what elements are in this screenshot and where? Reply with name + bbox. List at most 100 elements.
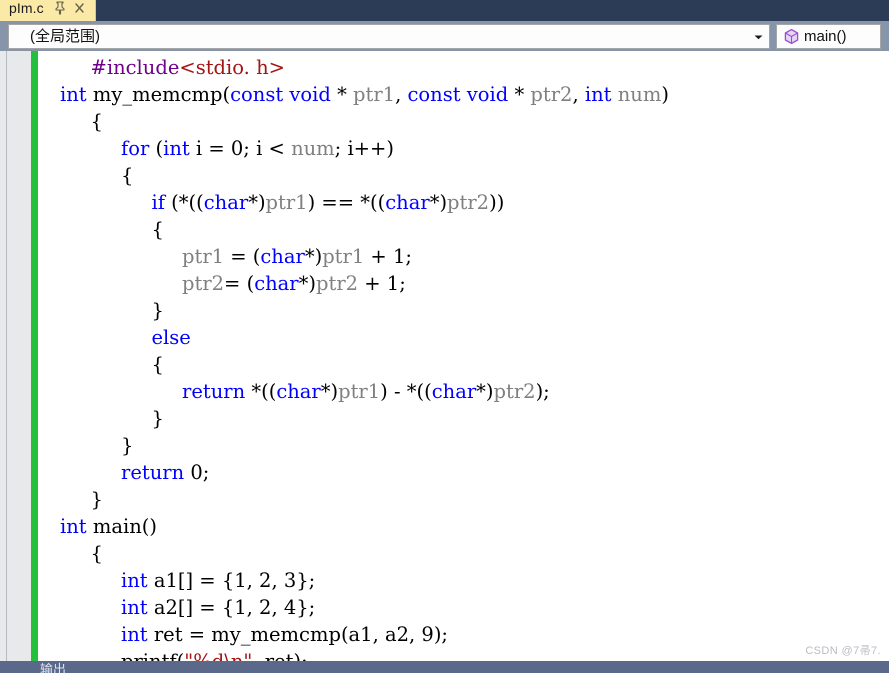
- code-token: *): [320, 380, 339, 403]
- code-token: ptr1: [322, 245, 365, 268]
- code-token: *: [508, 83, 531, 106]
- code-token: ptr2: [447, 191, 490, 214]
- code-line: }: [38, 297, 164, 324]
- code-line-text: return 0;: [38, 459, 209, 486]
- code-line-text: if (*((char*)ptr1) == *((char*)ptr2)): [38, 189, 505, 216]
- code-token: {: [151, 353, 164, 376]
- code-token: int: [60, 515, 87, 538]
- code-line-text: int a2[] = {1, 2, 4};: [38, 594, 315, 621]
- code-token: if: [151, 191, 165, 214]
- tab-strip: pIm.c: [0, 0, 889, 21]
- code-token: {: [90, 110, 103, 133]
- code-token: ,: [395, 83, 408, 106]
- method-cube-icon: [782, 28, 800, 46]
- code-token: + 1;: [358, 272, 406, 295]
- member-dropdown-value: main(): [804, 28, 847, 45]
- code-token: ptr1: [353, 83, 396, 106]
- change-tracking-bar: [31, 51, 38, 661]
- code-token: )): [489, 191, 505, 214]
- code-line-text: }: [38, 405, 164, 432]
- code-token: char: [276, 380, 321, 403]
- code-token: int: [163, 137, 190, 160]
- code-line: {: [38, 108, 103, 135]
- code-line: return 0;: [38, 459, 209, 486]
- code-token: ptr1: [182, 245, 225, 268]
- code-token: ptr2: [316, 272, 359, 295]
- code-token: for: [121, 137, 150, 160]
- close-icon[interactable]: [73, 0, 86, 16]
- code-token: const: [230, 83, 284, 106]
- code-token: #include: [90, 56, 180, 79]
- vs-editor-window: pIm.c (全局范围) main() #include<stdio. h> i…: [0, 0, 889, 673]
- chevron-down-icon[interactable]: [751, 25, 765, 48]
- scope-dropdown-value: (全局范围): [30, 28, 100, 45]
- code-line: }: [38, 486, 103, 513]
- code-token: *): [248, 191, 266, 214]
- code-token: int: [60, 83, 87, 106]
- code-token: else: [151, 326, 191, 349]
- member-dropdown[interactable]: main(): [776, 24, 881, 49]
- code-line: }: [38, 405, 164, 432]
- editor-tab-active[interactable]: pIm.c: [0, 0, 96, 21]
- code-token: *: [330, 83, 354, 106]
- code-token: return: [121, 461, 185, 484]
- code-line-text: return *((char*)ptr1) - *((char*)ptr2);: [38, 378, 550, 405]
- code-token: ) == *((: [307, 191, 386, 214]
- code-token: void: [289, 83, 331, 106]
- code-token: {: [121, 164, 134, 187]
- code-line: {: [38, 162, 133, 189]
- code-line: ptr2= (char*)ptr2 + 1;: [38, 270, 406, 297]
- selection-margin: [0, 51, 7, 661]
- code-token: ,: [572, 83, 585, 106]
- code-line: {: [38, 540, 103, 567]
- code-line-text: int main(): [38, 513, 157, 540]
- code-text-area[interactable]: #include<stdio. h> int my_memcmp(const vo…: [38, 51, 889, 661]
- code-line: else: [38, 324, 191, 351]
- code-token: 0;: [184, 461, 210, 484]
- code-token: const: [407, 83, 461, 106]
- code-line: int main(): [38, 513, 157, 540]
- code-line: printf("%d\n", ret);: [38, 648, 308, 661]
- code-token: return: [182, 380, 246, 403]
- code-line: int ret = my_memcmp(a1, a2, 9);: [38, 621, 448, 648]
- code-line: for (int i = 0; i < num; i++): [38, 135, 394, 162]
- code-line: int my_memcmp(const void * ptr1, const v…: [38, 81, 669, 108]
- code-token: *((: [245, 380, 277, 403]
- code-token: ptr2: [493, 380, 536, 403]
- scope-dropdown[interactable]: (全局范围): [8, 24, 770, 49]
- code-token: int: [584, 83, 612, 106]
- code-token: (: [149, 137, 164, 160]
- code-token: ret = my_memcmp(a1, a2, 9);: [147, 623, 448, 646]
- code-token: + 1;: [364, 245, 412, 268]
- code-token: *): [429, 191, 448, 214]
- pin-icon[interactable]: [53, 0, 67, 16]
- code-token: char: [385, 191, 430, 214]
- code-token: printf(: [121, 650, 184, 661]
- code-editor[interactable]: #include<stdio. h> int my_memcmp(const vo…: [0, 51, 889, 661]
- code-token: i = 0; i <: [189, 137, 292, 160]
- code-token: *): [476, 380, 494, 403]
- code-line-text: printf("%d\n", ret);: [38, 648, 308, 661]
- code-token: "%d\n": [184, 650, 252, 661]
- code-line: return *((char*)ptr1) - *((char*)ptr2);: [38, 378, 550, 405]
- code-line: if (*((char*)ptr1) == *((char*)ptr2)): [38, 189, 505, 216]
- tab-title: pIm.c: [9, 0, 44, 16]
- indicator-margin[interactable]: [7, 51, 31, 661]
- output-panel[interactable]: 输出: [0, 661, 889, 673]
- code-line: int a1[] = {1, 2, 3};: [38, 567, 315, 594]
- code-token: *): [304, 245, 323, 268]
- code-token: char: [254, 272, 299, 295]
- code-token: *): [298, 272, 316, 295]
- code-line-text: ptr2= (char*)ptr2 + 1;: [38, 270, 406, 297]
- code-token: ptr1: [265, 191, 308, 214]
- code-line-text: {: [38, 108, 103, 135]
- output-panel-label: 输出: [40, 662, 67, 673]
- code-token: num: [291, 137, 335, 160]
- code-token: ): [661, 83, 669, 106]
- code-token: , ret);: [252, 650, 307, 661]
- code-token: {: [151, 218, 164, 241]
- code-line: #include<stdio. h>: [38, 54, 285, 81]
- code-line-text: else: [38, 324, 191, 351]
- code-token: char: [431, 380, 477, 403]
- code-line-text: #include<stdio. h>: [38, 54, 285, 81]
